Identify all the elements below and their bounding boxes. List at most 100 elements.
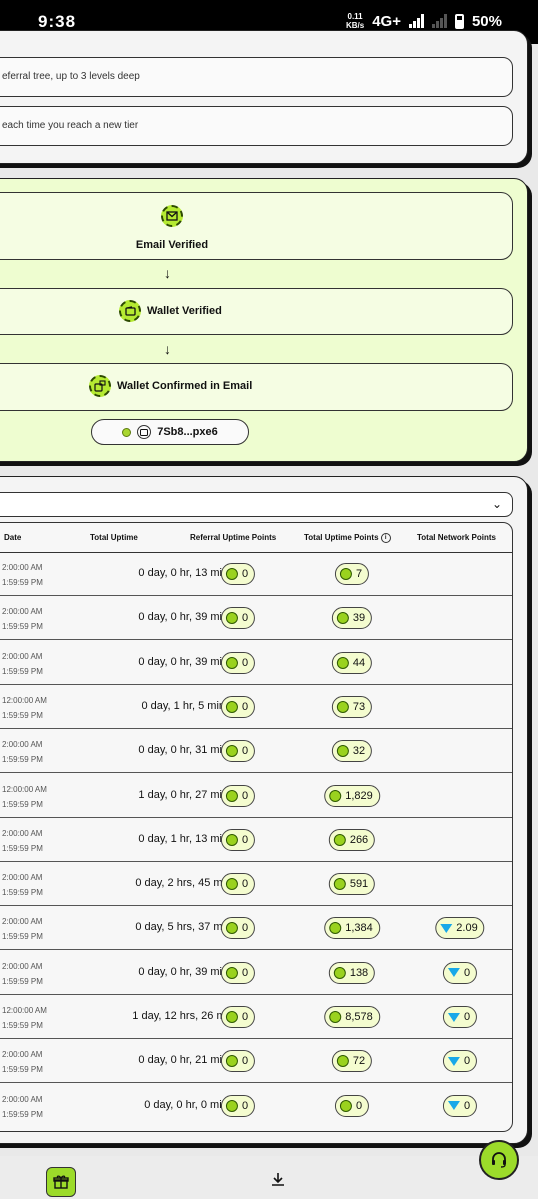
table-row: 2:00:00 AM 1:59:59 PM 0 day, 0 hr, 13 mins… — [0, 552, 512, 596]
row-date-end: 1:59:59 PM — [2, 843, 43, 853]
gem-icon — [447, 968, 460, 978]
wallet-check-icon — [89, 375, 111, 397]
step-label: Wallet Confirmed in Email — [117, 380, 253, 392]
row-date-start: 2:00:00 AM — [2, 873, 43, 883]
uptime-points-pill: 266 — [328, 828, 376, 851]
referral-points-pill-value: 0 — [241, 700, 249, 713]
info-item-text: eferral tree, up to 3 levels deep — [2, 71, 140, 82]
coin-icon — [339, 568, 352, 580]
uptime-points-pill-value: 8,578 — [345, 1011, 373, 1023]
headset-icon[interactable] — [479, 1140, 519, 1180]
coin-icon — [336, 1055, 349, 1068]
coin-icon — [225, 966, 238, 979]
network-points-pill: 2.09 — [435, 917, 485, 940]
referral-points-pill-value: 0 — [241, 1055, 249, 1068]
verification-card: Email Verified ↓ Wallet Verified ↓ Walle… — [0, 178, 528, 462]
row-date-start: 2:00:00 AM — [2, 917, 43, 927]
gem-icon — [440, 923, 453, 933]
gem-icon — [447, 1056, 460, 1066]
network-points-pill: 0 — [442, 1006, 478, 1028]
uptime-table-card: ⌄ Date Total Uptime Referral Uptime Poin… — [0, 476, 528, 1144]
referral-points-pill-value: 0 — [241, 612, 249, 625]
uptime-points-pill: 72 — [331, 1050, 373, 1073]
coin-icon — [225, 1055, 238, 1068]
referral-points-pill-value: 0 — [241, 966, 249, 979]
row-date-end: 1:59:59 PM — [2, 1065, 43, 1075]
referral-points-pill-value: 0 — [241, 745, 249, 758]
row-date-end: 1:59:59 PM — [2, 710, 43, 720]
uptime-points-pill-value: 32 — [352, 745, 366, 758]
coin-icon — [333, 833, 346, 846]
row-date-start: 12:00:00 AM — [2, 1006, 47, 1015]
uptime-points-pill: 8,578 — [324, 1006, 380, 1028]
coin-icon — [336, 656, 349, 669]
arrow-down-icon: ↓ — [164, 341, 171, 357]
uptime-points-pill-value: 0 — [355, 1099, 363, 1112]
uptime-points-pill: 0 — [334, 1094, 370, 1117]
table-row: 12:00:00 AM 1:59:59 PM 1 day, 12 hrs, 26 m… — [0, 995, 512, 1039]
network-type: 4G+ — [372, 12, 401, 30]
period-select[interactable]: ⌄ — [0, 492, 513, 517]
header-total-uptime: Total Uptime — [90, 533, 138, 542]
uptime-points-pill-value: 591 — [349, 878, 369, 891]
coin-icon — [329, 789, 342, 802]
network-points-pill-value: 0 — [463, 1011, 471, 1023]
network-speed-unit: KB/s — [345, 21, 365, 30]
network-points-pill: 0 — [442, 961, 478, 984]
info-icon[interactable]: i — [380, 533, 391, 543]
network-points-pill-value: 0 — [463, 1055, 471, 1068]
step-label: Wallet Verified — [147, 305, 222, 317]
uptime-points-pill: 1,829 — [324, 784, 380, 807]
referral-points-pill-value: 0 — [241, 1099, 249, 1112]
gift-icon[interactable] — [46, 1167, 76, 1197]
referral-points-pill-value: 0 — [241, 878, 249, 891]
network-points-pill-value: 0 — [463, 1099, 471, 1112]
coin-icon — [225, 656, 238, 669]
coin-icon — [333, 966, 346, 979]
uptime-points-pill-value: 1,829 — [345, 789, 373, 802]
uptime-points-pill: 73 — [331, 695, 373, 718]
row-date-end: 1:59:59 PM — [2, 755, 43, 765]
uptime-points-pill-value: 138 — [349, 966, 369, 979]
network-speed-value: 0.11 — [347, 12, 363, 21]
coin-icon — [333, 878, 346, 891]
uptime-points-pill-value: 72 — [352, 1055, 366, 1068]
gem-icon — [447, 1012, 460, 1022]
coin-icon — [225, 568, 238, 580]
step-content: Wallet Confirmed in Email — [89, 375, 252, 397]
bottom-nav — [0, 1156, 538, 1199]
envelope-icon — [161, 205, 183, 227]
signal-secondary-icon — [431, 14, 447, 28]
network-points-pill-value: 0 — [463, 966, 471, 979]
referral-info-card: eferral tree, up to 3 levels deep each t… — [0, 30, 528, 164]
uptime-points-pill: 7 — [334, 563, 370, 585]
coin-icon — [225, 700, 238, 713]
uptime-points-pill: 32 — [331, 740, 373, 763]
referral-points-pill: 0 — [220, 917, 256, 940]
header-uptime-points: Total Uptime Points i — [304, 533, 391, 543]
chevron-down-icon: ⌄ — [491, 497, 502, 511]
info-item-text: each time you reach a new tier — [2, 120, 139, 131]
uptime-points-pill: 138 — [328, 961, 376, 984]
coin-icon — [225, 745, 238, 758]
download-icon[interactable] — [270, 1171, 286, 1192]
wallet-address-pill[interactable]: 7Sb8...pxe6 — [91, 419, 249, 445]
row-date-start: 12:00:00 AM — [2, 695, 47, 705]
table-row: 12:00:00 AM 1:59:59 PM 0 day, 1 hr, 5 mins… — [0, 685, 512, 729]
step-label: Email Verified — [135, 239, 209, 251]
table-row: 2:00:00 AM 1:59:59 PM 0 day, 0 hr, 39 mins… — [0, 596, 512, 641]
gem-icon — [447, 1101, 460, 1111]
uptime-points-pill-value: 73 — [352, 700, 366, 713]
table-row: 2:00:00 AM 1:59:59 PM 0 day, 1 hr, 13 mins… — [0, 818, 512, 862]
wallet-icon — [119, 300, 141, 322]
coin-icon — [225, 878, 238, 891]
referral-points-pill: 0 — [220, 873, 256, 896]
header-referral-points: Referral Uptime Points — [190, 533, 277, 542]
referral-points-pill-value: 0 — [241, 568, 249, 580]
coin-icon — [336, 745, 349, 758]
status-time: 9:38 — [38, 12, 77, 31]
coin-icon — [225, 1099, 238, 1112]
row-date-start: 2:00:00 AM — [2, 651, 43, 661]
connected-dot — [122, 427, 132, 437]
coin-icon — [336, 612, 349, 625]
